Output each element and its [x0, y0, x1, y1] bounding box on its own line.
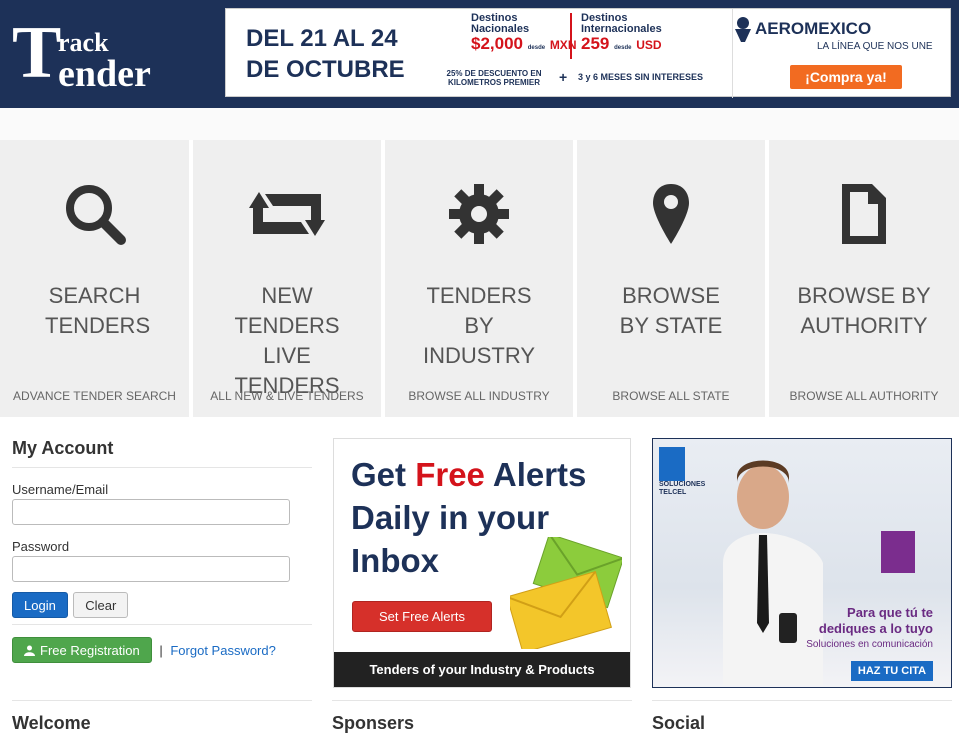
ad-brand-block: AEROMEXICO LA LÍNEA QUE NOS UNE ¡Compra … [732, 9, 953, 98]
alerts-word-free: Free [415, 456, 485, 493]
ad-side-subline: Soluciones en comunicación [806, 639, 933, 650]
ad-divider [570, 13, 572, 59]
document-icon [842, 184, 886, 244]
tile-title: TENDERS BY INDUSTRY [422, 283, 536, 368]
ad-discount: 25% DE DESCUENTO EN KILOMETROS PREMIER [446, 69, 542, 87]
my-account-panel: My Account Username/Email Password Login… [12, 438, 312, 663]
alerts-footer: Tenders of your Industry & Products [334, 652, 630, 687]
social-section: Social [652, 700, 952, 744]
tile-search-tenders[interactable]: SEARCH TENDERS ADVANCE TENDER SEARCH [0, 140, 193, 417]
tile-title: BROWSE BY STATE [619, 283, 723, 338]
free-registration-label: Free Registration [40, 643, 140, 658]
set-free-alerts-button[interactable]: Set Free Alerts [352, 601, 492, 632]
telcel-logo-icon [659, 447, 685, 481]
ad-intl-desde: desde [614, 45, 632, 51]
ad-domestic: Destinos Nacionales $2,000 desde MXN [471, 13, 576, 54]
ad-domestic-price-value: $2,000 [471, 34, 523, 53]
ad-intl-price: 259 desde USD [581, 35, 671, 54]
user-icon [24, 645, 35, 656]
ad-domestic-label: Destinos Nacionales [471, 12, 530, 35]
free-alerts-banner[interactable]: Get Free Alerts Daily in your Inbox Set … [333, 438, 631, 688]
tracktender-logo[interactable]: T rack ender [12, 12, 182, 95]
tile-new-live-tenders[interactable]: NEW TENDERS LIVE TENDERS ALL NEW & LIVE … [193, 140, 385, 417]
gear-icon [449, 184, 509, 244]
sponsers-section: Sponsers [332, 700, 632, 744]
ad-international: Destinos Internacionales 259 desde USD [581, 13, 671, 54]
person-photo [723, 460, 823, 685]
login-button[interactable]: Login [12, 592, 68, 618]
clear-button[interactable]: Clear [73, 592, 129, 618]
ad-plus: + [559, 69, 568, 85]
registration-row: Free Registration | Forgot Password? [12, 637, 312, 663]
ad-side-brand: SOLUCIONES TELCEL [659, 481, 706, 496]
alerts-word-alerts: Alerts [492, 456, 587, 493]
tile-subtitle: BROWSE ALL AUTHORITY [789, 389, 939, 403]
tile-browse-by-state[interactable]: BROWSE BY STATE BROWSE ALL STATE [577, 140, 769, 417]
ad-brand-name: AEROMEXICO [755, 19, 872, 38]
alerts-headline-line-2: Daily in your [351, 499, 550, 536]
envelope-icon [510, 537, 622, 649]
logo-line-2: ender [58, 53, 151, 95]
sponsers-title: Sponsers [332, 700, 632, 744]
tile-browse-by-authority[interactable]: BROWSE BY AUTHORITY BROWSE ALL AUTHORITY [769, 140, 959, 417]
welcome-title: Welcome [12, 700, 312, 744]
tile-subtitle: ALL NEW & LIVE TENDERS [210, 389, 364, 403]
site-header: T rack ender DEL 21 AL 24 DE OCTUBRE Des… [0, 0, 959, 108]
ad-msi: 3 y 6 MESES SIN INTERESES [578, 72, 704, 82]
alerts-word-get: Get [351, 456, 407, 493]
forgot-password-link[interactable]: Forgot Password? [170, 643, 276, 658]
ad-domestic-desde: desde [527, 45, 546, 51]
password-label: Password [12, 539, 70, 554]
username-label: Username/Email [12, 482, 109, 497]
ad-buy-button[interactable]: ¡Compra ya! [790, 65, 902, 89]
tile-subtitle: BROWSE ALL INDUSTRY [408, 389, 550, 403]
welcome-section: Welcome [12, 700, 312, 744]
login-button-row: Login Clear [12, 592, 312, 625]
social-title: Social [652, 700, 952, 744]
retweet-icon [249, 192, 325, 236]
ad-side-headline: Para que tú te dediques a lo tuyo [818, 605, 933, 636]
tile-subtitle: BROWSE ALL STATE [612, 389, 730, 403]
ad-dates: DEL 21 AL 24 DE OCTUBRE [246, 25, 405, 83]
tile-subtitle: ADVANCE TENDER SEARCH [13, 389, 176, 403]
aeromexico-logo-icon [735, 17, 751, 42]
ad-side-badge [881, 531, 915, 573]
separator: | [159, 643, 163, 658]
nav-strip [0, 108, 959, 141]
ad-intl-label: Destinos Internacionales [581, 12, 662, 35]
aeromexico-banner-ad[interactable]: DEL 21 AL 24 DE OCTUBRE Destinos Naciona… [225, 8, 953, 98]
tile-title: SEARCH TENDERS [45, 283, 151, 338]
map-pin-icon [653, 184, 689, 244]
haz-tu-cita-button[interactable]: HAZ TU CITA [851, 661, 933, 681]
telcel-banner-ad[interactable]: SOLUCIONES TELCEL Para que tú te dedique… [652, 438, 952, 688]
free-registration-button[interactable]: Free Registration [12, 637, 152, 663]
my-account-title: My Account [12, 438, 312, 468]
tile-tenders-by-industry[interactable]: TENDERS BY INDUSTRY BROWSE ALL INDUSTRY [385, 140, 577, 417]
ad-tagline: LA LÍNEA QUE NOS UNE [817, 41, 933, 52]
username-input[interactable] [12, 499, 290, 525]
search-icon [65, 185, 126, 245]
ad-domestic-currency: MXN [549, 38, 577, 52]
password-input[interactable] [12, 556, 290, 582]
tile-title: NEW TENDERS LIVE TENDERS [234, 283, 340, 398]
alerts-headline-line-1: Get Free Alerts [351, 453, 586, 496]
ad-intl-currency: USD [636, 38, 662, 52]
ad-domestic-price: $2,000 desde MXN [471, 35, 577, 54]
logo-letter: T [12, 12, 62, 94]
tile-title: BROWSE BY AUTHORITY [797, 283, 931, 338]
ad-intl-price-value: 259 [581, 34, 610, 53]
